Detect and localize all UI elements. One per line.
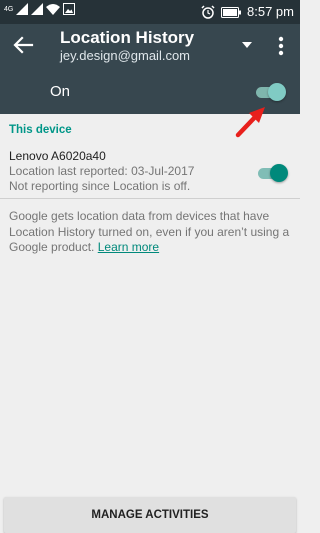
manage-activities-button[interactable]: MANAGE ACTIVITIES [4, 497, 296, 533]
info-paragraph: Google gets location data from devices t… [9, 209, 295, 256]
signal-icon-2 [31, 3, 44, 15]
learn-more-link[interactable]: Learn more [98, 240, 159, 254]
image-notification-icon [63, 3, 76, 15]
section-title-this-device: This device [9, 124, 72, 136]
annotation-arrow-icon [235, 107, 265, 138]
divider [0, 198, 300, 199]
battery-icon [221, 6, 242, 18]
signal-icon [16, 3, 29, 15]
location-history-toggle[interactable] [254, 82, 286, 102]
arrow-back-icon[interactable] [12, 34, 34, 56]
master-toggle-label: On [50, 83, 71, 100]
alarm-icon [201, 5, 215, 19]
toggle-thumb [270, 164, 288, 182]
last-reported-text: Location last reported: 03-Jul-2017 [9, 164, 195, 178]
dropdown-triangle-icon[interactable] [240, 38, 254, 52]
wifi-icon [46, 4, 61, 15]
clock: 8:57 pm [247, 4, 294, 19]
reporting-status-text: Not reporting since Location is off. [9, 179, 191, 193]
network-type: 4G [4, 5, 14, 13]
app-bar: Location History jey.design@gmail.com [0, 24, 300, 70]
device-reporting-toggle[interactable] [256, 163, 288, 183]
status-bar: 4G 8:57 pm [0, 0, 300, 24]
account-email[interactable]: jey.design@gmail.com [60, 48, 190, 63]
page-title: Location History [60, 28, 195, 47]
more-vert-icon[interactable] [276, 35, 286, 57]
device-name: Lenovo A6020a40 [9, 149, 106, 163]
toggle-thumb [268, 83, 286, 101]
